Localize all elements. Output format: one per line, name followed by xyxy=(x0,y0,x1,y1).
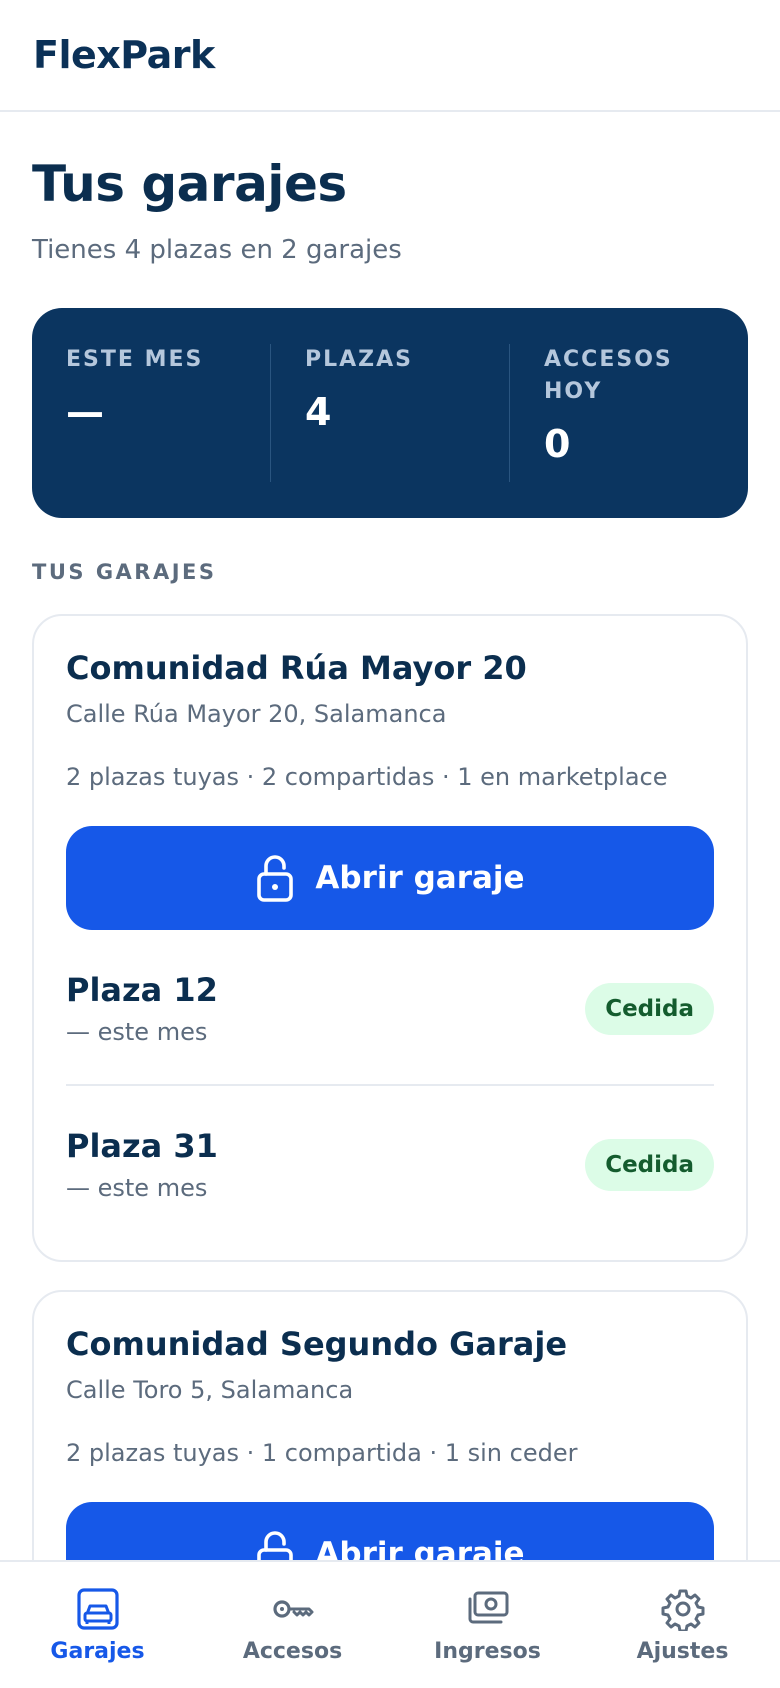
nav-item-accesos[interactable]: Accesos xyxy=(195,1562,390,1688)
garage-address: Calle Toro 5, Salamanca xyxy=(66,1376,354,1404)
spot-name: Plaza 31 xyxy=(66,1127,218,1165)
nav-item-garajes[interactable]: Garajes xyxy=(0,1562,195,1688)
spot-row[interactable]: Plaza 12 — este mes Cedida xyxy=(66,930,714,1084)
nav-item-ingresos[interactable]: Ingresos xyxy=(390,1562,585,1688)
key-icon xyxy=(272,1599,313,1618)
open-garage-label: Abrir garaje xyxy=(315,1536,525,1560)
garage-name: Comunidad Rúa Mayor 20 xyxy=(66,649,527,687)
nav-label: Garajes xyxy=(50,1638,145,1664)
stat-this-month: ESTE MES — xyxy=(32,344,270,482)
section-label-garages: TUS GARAJES xyxy=(32,560,217,584)
unlock-icon xyxy=(257,855,294,902)
car-icon xyxy=(76,1587,119,1630)
garage-address: Calle Rúa Mayor 20, Salamanca xyxy=(66,700,447,728)
page-subtitle: Tienes 4 plazas en 2 garajes xyxy=(32,235,402,265)
app-header: FlexPark xyxy=(0,0,780,112)
stat-label: ACCESOS HOY xyxy=(544,347,673,404)
gear-icon xyxy=(661,1589,704,1631)
open-garage-button[interactable]: Abrir garaje xyxy=(66,1502,714,1560)
nav-label: Ajustes xyxy=(636,1638,729,1664)
garage-card[interactable]: Comunidad Segundo Garaje Calle Toro 5, S… xyxy=(32,1290,748,1560)
nav-label: Accesos xyxy=(242,1638,343,1664)
main-content[interactable]: Tus garajes Tienes 4 plazas en 2 garajes… xyxy=(0,112,780,1560)
stats-card: ESTE MES — PLAZAS 4 ACCESOS HOY 0 xyxy=(32,308,748,518)
stat-spots: PLAZAS 4 xyxy=(270,344,509,482)
page-title: Tus garajes xyxy=(32,155,347,213)
garage-card[interactable]: Comunidad Rúa Mayor 20 Calle Rúa Mayor 2… xyxy=(32,614,748,1262)
garage-summary: 2 plazas tuyas · 2 compartidas · 1 en ma… xyxy=(66,763,668,791)
app-brand: FlexPark xyxy=(33,33,215,77)
unlock-icon xyxy=(257,1531,294,1560)
stat-label: PLAZAS xyxy=(305,347,413,372)
garage-summary: 2 plazas tuyas · 1 compartida · 1 sin ce… xyxy=(66,1439,578,1467)
stat-accesses-today: ACCESOS HOY 0 xyxy=(509,344,748,482)
open-garage-button[interactable]: Abrir garaje xyxy=(66,826,714,930)
spot-earnings: — este mes xyxy=(66,1174,208,1202)
open-garage-label: Abrir garaje xyxy=(315,860,525,896)
garage-name: Comunidad Segundo Garaje xyxy=(66,1325,568,1363)
nav-item-ajustes[interactable]: Ajustes xyxy=(585,1562,780,1688)
nav-label: Ingresos xyxy=(434,1638,541,1664)
stat-value: 0 xyxy=(544,422,571,466)
spot-row[interactable]: Plaza 31 — este mes Cedida xyxy=(66,1084,714,1240)
money-icon xyxy=(468,1591,508,1623)
spot-name: Plaza 12 xyxy=(66,971,218,1009)
status-badge: Cedida xyxy=(585,1139,714,1191)
stat-value: — xyxy=(66,390,104,434)
status-badge: Cedida xyxy=(585,983,714,1035)
stat-value: 4 xyxy=(305,390,332,434)
stat-label: ESTE MES xyxy=(66,347,204,372)
spot-earnings: — este mes xyxy=(66,1018,208,1046)
bottom-nav: Garajes Accesos Ingresos Ajustes xyxy=(0,1560,780,1688)
